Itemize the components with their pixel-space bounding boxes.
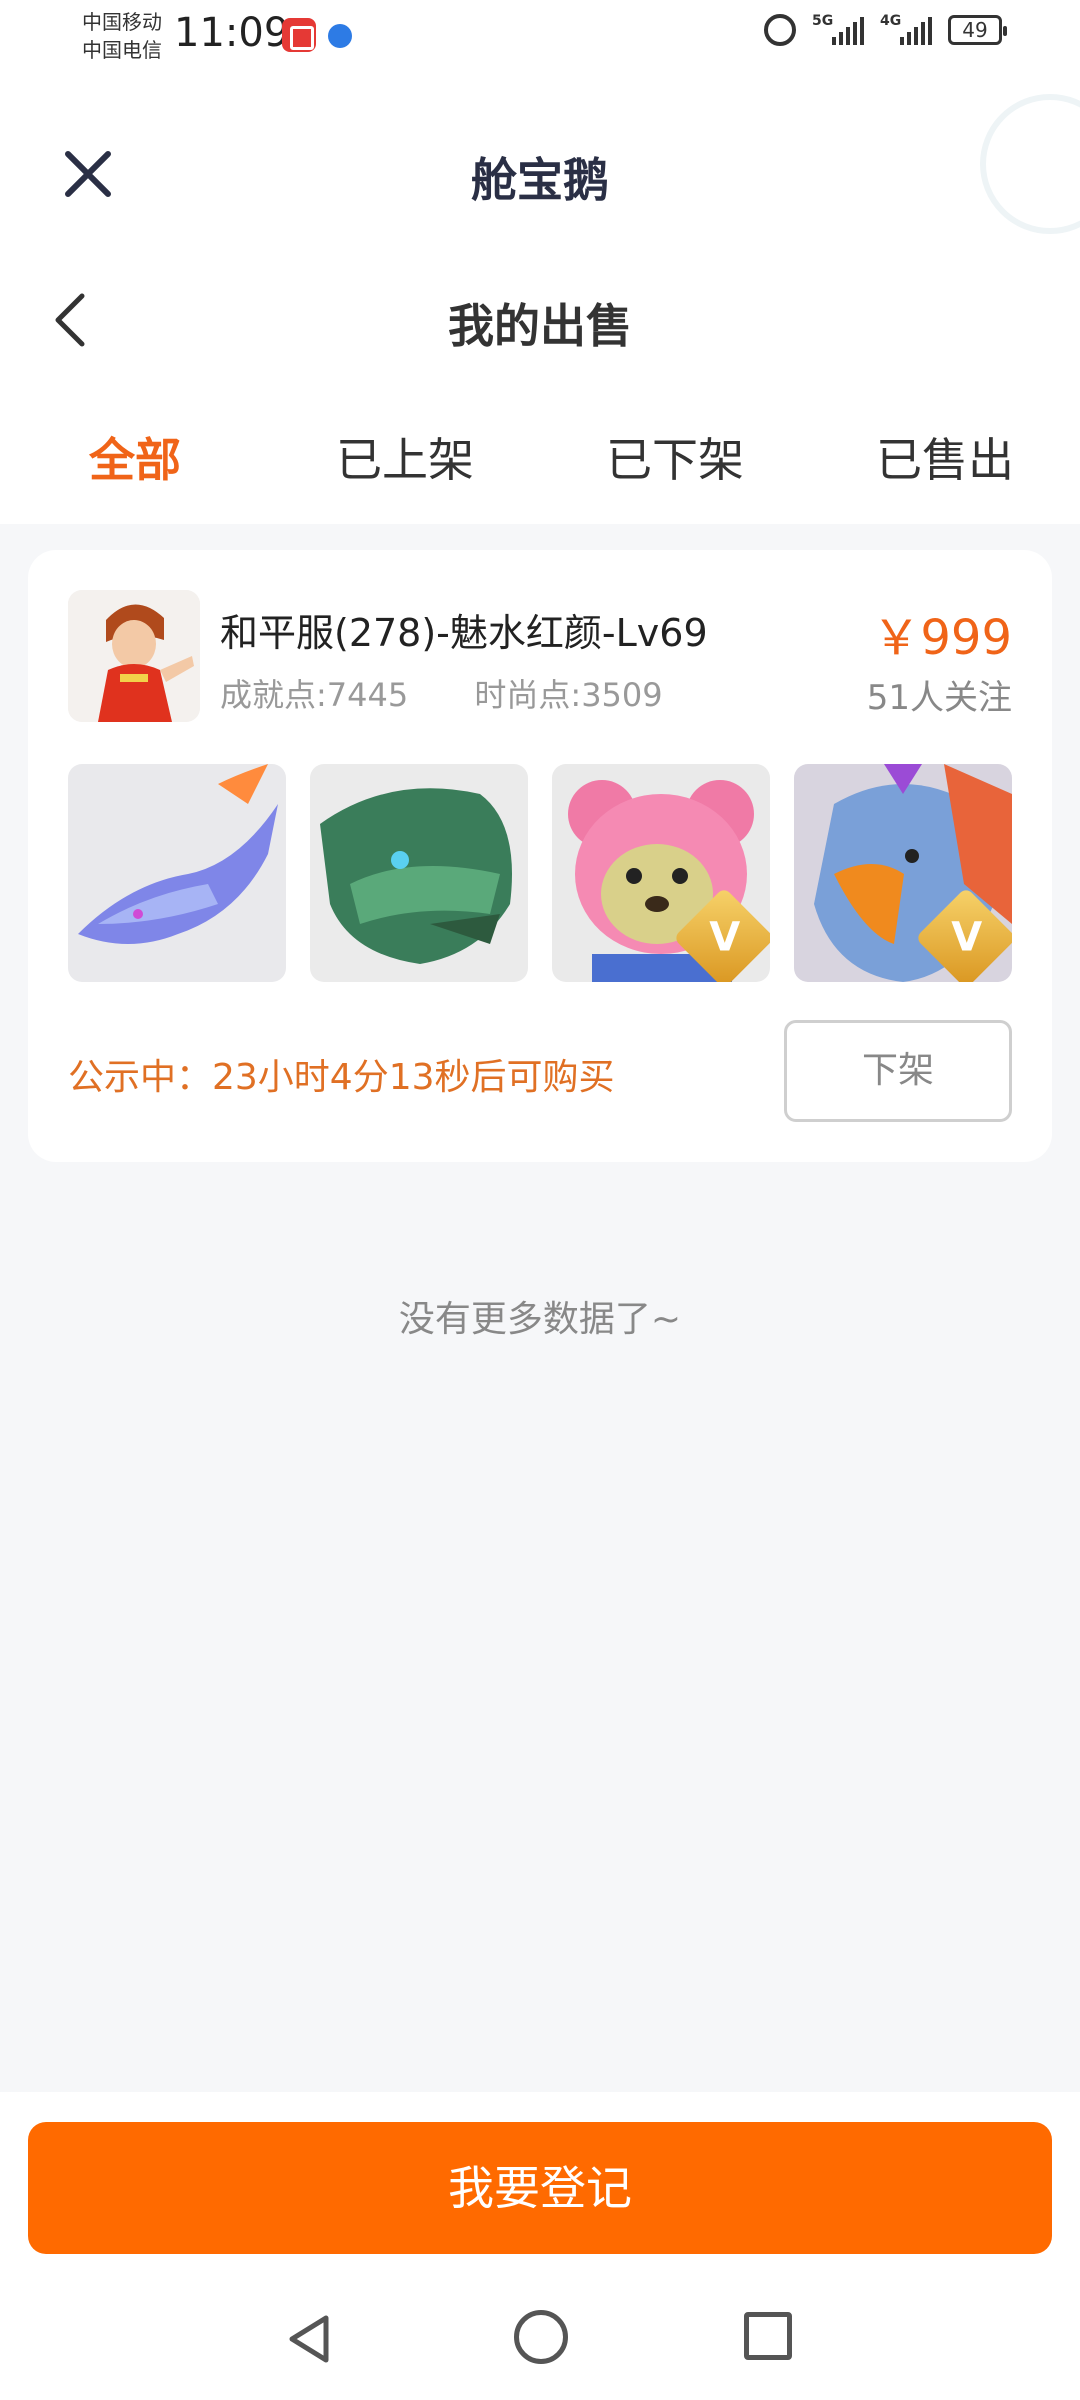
battery-icon: 49 bbox=[948, 15, 1007, 45]
carrier-info: 中国移动 中国电信 bbox=[82, 8, 162, 64]
status-tabs: 全部 已上架 已下架 已售出 bbox=[0, 380, 1080, 524]
tab-delisted[interactable]: 已下架 bbox=[540, 380, 810, 524]
pink-bear-pet-thumbnail[interactable]: V bbox=[552, 764, 770, 982]
tab-listed[interactable]: 已上架 bbox=[270, 380, 540, 524]
eagle-pet-thumbnail[interactable]: V bbox=[794, 764, 1012, 982]
status-bar: 中国移动 中国电信 11:09 5G 4G 49 bbox=[0, 0, 1080, 80]
register-button[interactable]: 我要登记 bbox=[28, 2122, 1052, 2254]
character-avatar bbox=[68, 590, 200, 722]
list-end-text: 没有更多数据了~ bbox=[398, 1299, 682, 1340]
app-titlebar: 舱宝鹅 bbox=[0, 80, 1080, 260]
achievement-points: 成就点:7445 bbox=[220, 676, 409, 714]
listing-stats: 成就点:7445 时尚点:3509 bbox=[220, 670, 719, 716]
carrier-1: 中国移动 bbox=[82, 10, 162, 34]
follower-count: 51人关注 bbox=[866, 678, 1012, 718]
delist-button[interactable]: 下架 bbox=[784, 1020, 1012, 1122]
signal-4g-icon: 4G bbox=[880, 13, 932, 45]
blue-dragon-mount-thumbnail[interactable] bbox=[68, 764, 286, 982]
nav-back-icon[interactable] bbox=[282, 2312, 336, 2366]
signal-5g-icon: 5G bbox=[812, 13, 864, 45]
tab-sold[interactable]: 已售出 bbox=[810, 380, 1080, 524]
listing-title: 和平服(278)-魅水红颜-Lv69 bbox=[220, 611, 708, 655]
status-icons: 5G 4G 49 bbox=[764, 13, 1007, 46]
character-avatar-image bbox=[68, 590, 200, 722]
listing-price: ￥999 bbox=[872, 610, 1012, 666]
nav-home-icon[interactable] bbox=[514, 2310, 568, 2364]
alarm-icon bbox=[764, 14, 796, 46]
page-header: 我的出售 bbox=[0, 260, 1080, 380]
green-dragon-mount-thumbnail[interactable] bbox=[310, 764, 528, 982]
fashion-points: 时尚点:3509 bbox=[474, 676, 663, 714]
page-title: 我的出售 bbox=[448, 299, 632, 353]
app-title: 舱宝鹅 bbox=[471, 153, 609, 207]
reader-app-icon bbox=[282, 18, 316, 52]
system-nav-bar bbox=[0, 2282, 1080, 2400]
blue-dragon-icon bbox=[68, 764, 286, 982]
green-dragon-icon bbox=[310, 764, 528, 982]
listing-card[interactable]: 和平服(278)-魅水红颜-Lv69 成就点:7445 时尚点:3509 ￥99… bbox=[28, 550, 1052, 1162]
tab-all[interactable]: 全部 bbox=[0, 380, 270, 524]
floating-assistant-icon[interactable] bbox=[980, 94, 1080, 234]
bottom-action-bar: 我要登记 bbox=[0, 2092, 1080, 2282]
nav-recents-icon[interactable] bbox=[744, 2312, 792, 2360]
status-time: 11:09 bbox=[174, 10, 290, 56]
carrier-2: 中国电信 bbox=[82, 38, 162, 62]
notification-dot-icon bbox=[328, 24, 352, 48]
thumbnail-row: V V bbox=[68, 764, 1012, 982]
publicity-countdown: 公示中：23小时4分13秒后可购买 bbox=[68, 1057, 615, 1098]
